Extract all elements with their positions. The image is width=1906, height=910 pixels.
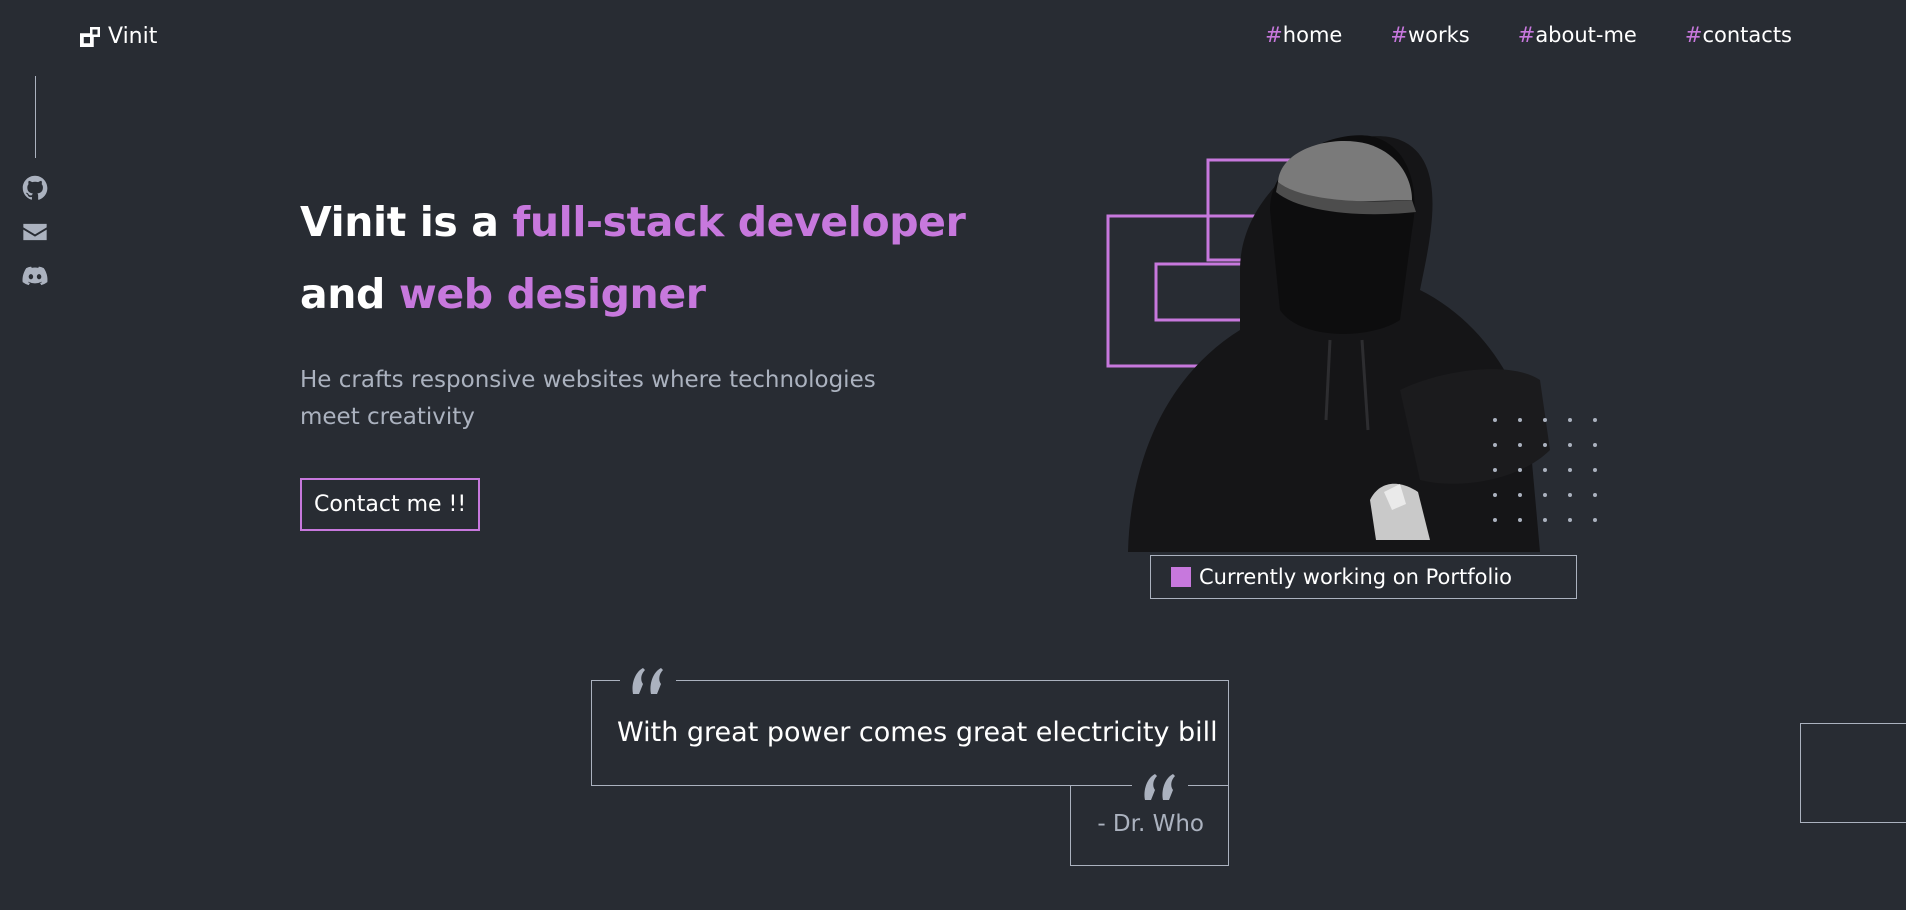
discord-icon[interactable] <box>21 262 49 290</box>
nav-label: about-me <box>1535 23 1637 47</box>
quote-open-icon <box>620 663 676 699</box>
nav-label: works <box>1407 23 1470 47</box>
hero-illustration <box>1100 120 1630 560</box>
quote-text: With great power comes great electricity… <box>617 717 1218 748</box>
nav-contacts-link[interactable]: #contacts <box>1685 23 1792 47</box>
brand-logo[interactable]: Vinit <box>80 24 157 49</box>
nav-hash: # <box>1390 23 1408 47</box>
nav-home-link[interactable]: #home <box>1265 23 1342 47</box>
status-text: Currently working on Portfolio <box>1199 565 1513 589</box>
header: Vinit #home #works #about-me #contacts <box>0 0 1906 76</box>
status-badge: Currently working on Portfolio <box>1150 555 1577 599</box>
social-sidebar <box>20 76 50 306</box>
sidebar-divider <box>34 76 36 158</box>
quote-author: - Dr. Who <box>1097 811 1204 837</box>
decorative-frame <box>1800 723 1906 823</box>
hero-title-part: and <box>300 270 399 318</box>
github-icon[interactable] <box>21 174 49 202</box>
nav-hash: # <box>1517 23 1536 47</box>
contact-me-button[interactable]: Contact me !! <box>300 478 481 531</box>
status-indicator-icon <box>1171 567 1191 587</box>
quote-author-box: - Dr. Who <box>1070 786 1229 866</box>
profile-photo <box>1106 135 1597 552</box>
quote-box: With great power comes great electricity… <box>591 663 1229 805</box>
hero-title: Vinit is a full-stack developer and web … <box>300 186 1060 330</box>
nav-hash: # <box>1265 23 1283 47</box>
hero-title-part: Vinit is a <box>300 198 513 246</box>
email-icon[interactable] <box>21 218 49 246</box>
nav-label: contacts <box>1702 23 1792 47</box>
nav-label: home <box>1282 23 1343 47</box>
brand-name: Vinit <box>108 24 158 49</box>
nav-works-link[interactable]: #works <box>1390 23 1469 47</box>
hero-subtitle: He crafts responsive websites where tech… <box>300 367 876 430</box>
main-nav: #home #works #about-me #contacts <box>1265 23 1792 47</box>
nav-about-link[interactable]: #about-me <box>1518 23 1637 47</box>
hero-title-highlight: web designer <box>398 270 706 318</box>
hero-title-highlight: full-stack developer <box>512 198 966 246</box>
nav-hash: # <box>1684 23 1703 47</box>
logo-icon <box>80 26 100 47</box>
